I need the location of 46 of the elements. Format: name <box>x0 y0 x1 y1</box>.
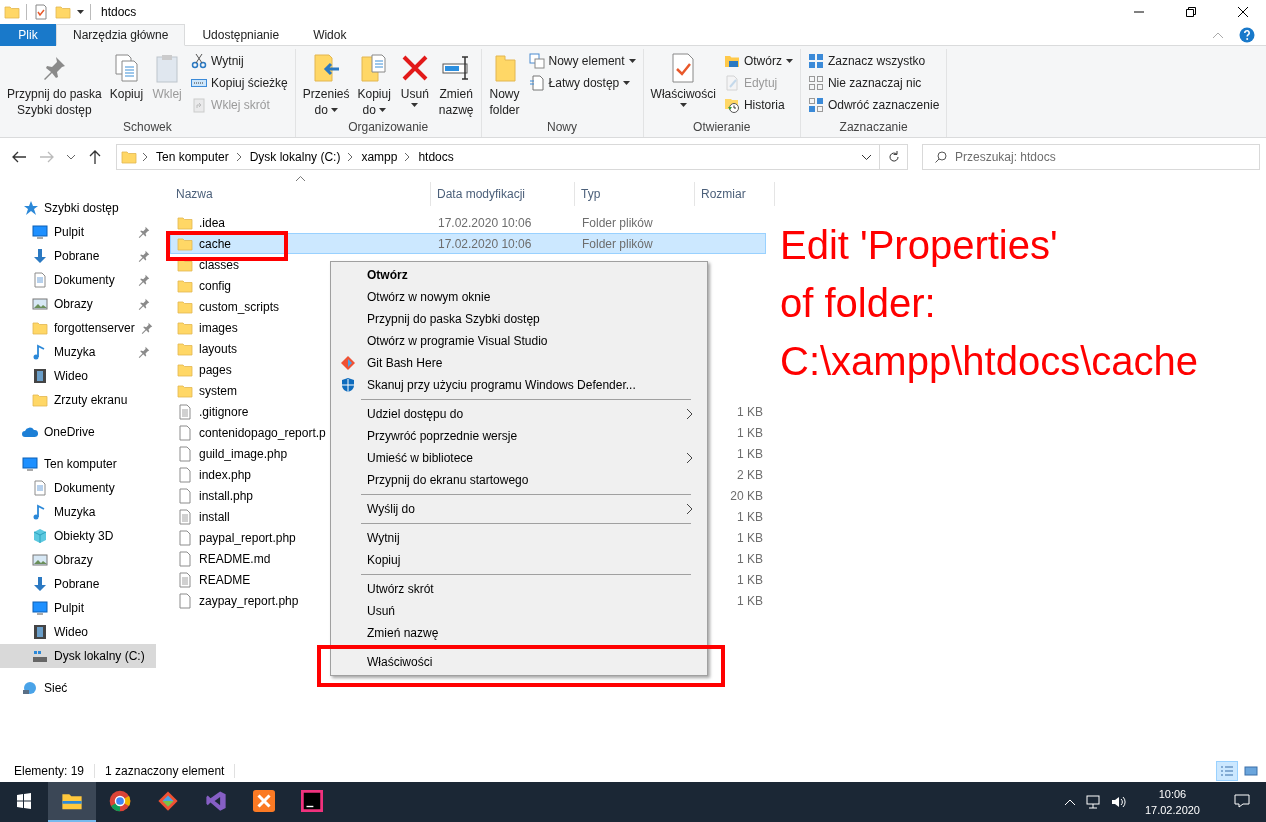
type-cell-text: Folder plików <box>581 215 654 230</box>
group-label: Otwieranie <box>693 120 751 136</box>
file-name: index.php <box>199 467 252 482</box>
date-cell-text: 17.02.2020 10:06 <box>437 236 533 251</box>
file-name: guild_image.php <box>199 446 288 461</box>
file-name: images <box>199 320 238 335</box>
file-name: README.md <box>199 551 271 566</box>
size-cell-text: 2 KB <box>736 467 764 482</box>
file-name: layouts <box>199 341 238 356</box>
annotation-text: Edit 'Properties' <box>780 222 1059 269</box>
clock-date: 17.02.2020 <box>1144 803 1200 818</box>
date-cell-text: 17.02.2020 10:06 <box>437 215 533 230</box>
item-count: Elementy: 19 <box>14 764 96 778</box>
file-name: README <box>199 572 251 587</box>
file-name: .idea <box>199 215 226 230</box>
size-cell-text: 1 KB <box>736 425 764 440</box>
window-title: htdocs <box>101 5 138 19</box>
file-name: contenidopago_report.p <box>199 425 326 440</box>
size-cell-text: 1 KB <box>736 551 764 566</box>
file-name: system <box>199 383 237 398</box>
file-name: pages <box>199 362 232 377</box>
size-cell-text: 1 KB <box>736 446 764 461</box>
selection-count: 1 zaznaczony element <box>105 764 236 778</box>
file-name: config <box>199 278 232 293</box>
file-name: zaypay_report.php <box>199 593 299 608</box>
file-name: paypal_report.php <box>199 530 296 545</box>
file-name: cache <box>199 236 232 251</box>
file-name: custom_scripts <box>199 299 280 314</box>
file-name: install.php <box>199 488 254 503</box>
size-cell-text: 1 KB <box>736 404 764 419</box>
size-cell-text: 1 KB <box>736 530 764 545</box>
size-cell-text: 1 KB <box>736 593 764 608</box>
type-cell-text: Folder plików <box>581 236 654 251</box>
file-name: .gitignore <box>199 404 249 419</box>
size-cell-text: 1 KB <box>736 572 764 587</box>
size-cell-text: 20 KB <box>729 488 764 503</box>
group-label: Organizowanie <box>348 120 429 136</box>
annotation-text: of folder: <box>780 280 937 327</box>
group-label: Schowek <box>123 120 172 136</box>
file-name: classes <box>199 257 239 272</box>
group-label: Zaznaczanie <box>839 120 908 136</box>
annotation-text: C:\xampp\htdocs\cache <box>780 338 1198 385</box>
clock-time: 10:06 <box>1158 787 1187 802</box>
file-name: install <box>199 509 230 524</box>
size-cell-text: 1 KB <box>736 509 764 524</box>
group-label: Nowy <box>547 120 578 136</box>
